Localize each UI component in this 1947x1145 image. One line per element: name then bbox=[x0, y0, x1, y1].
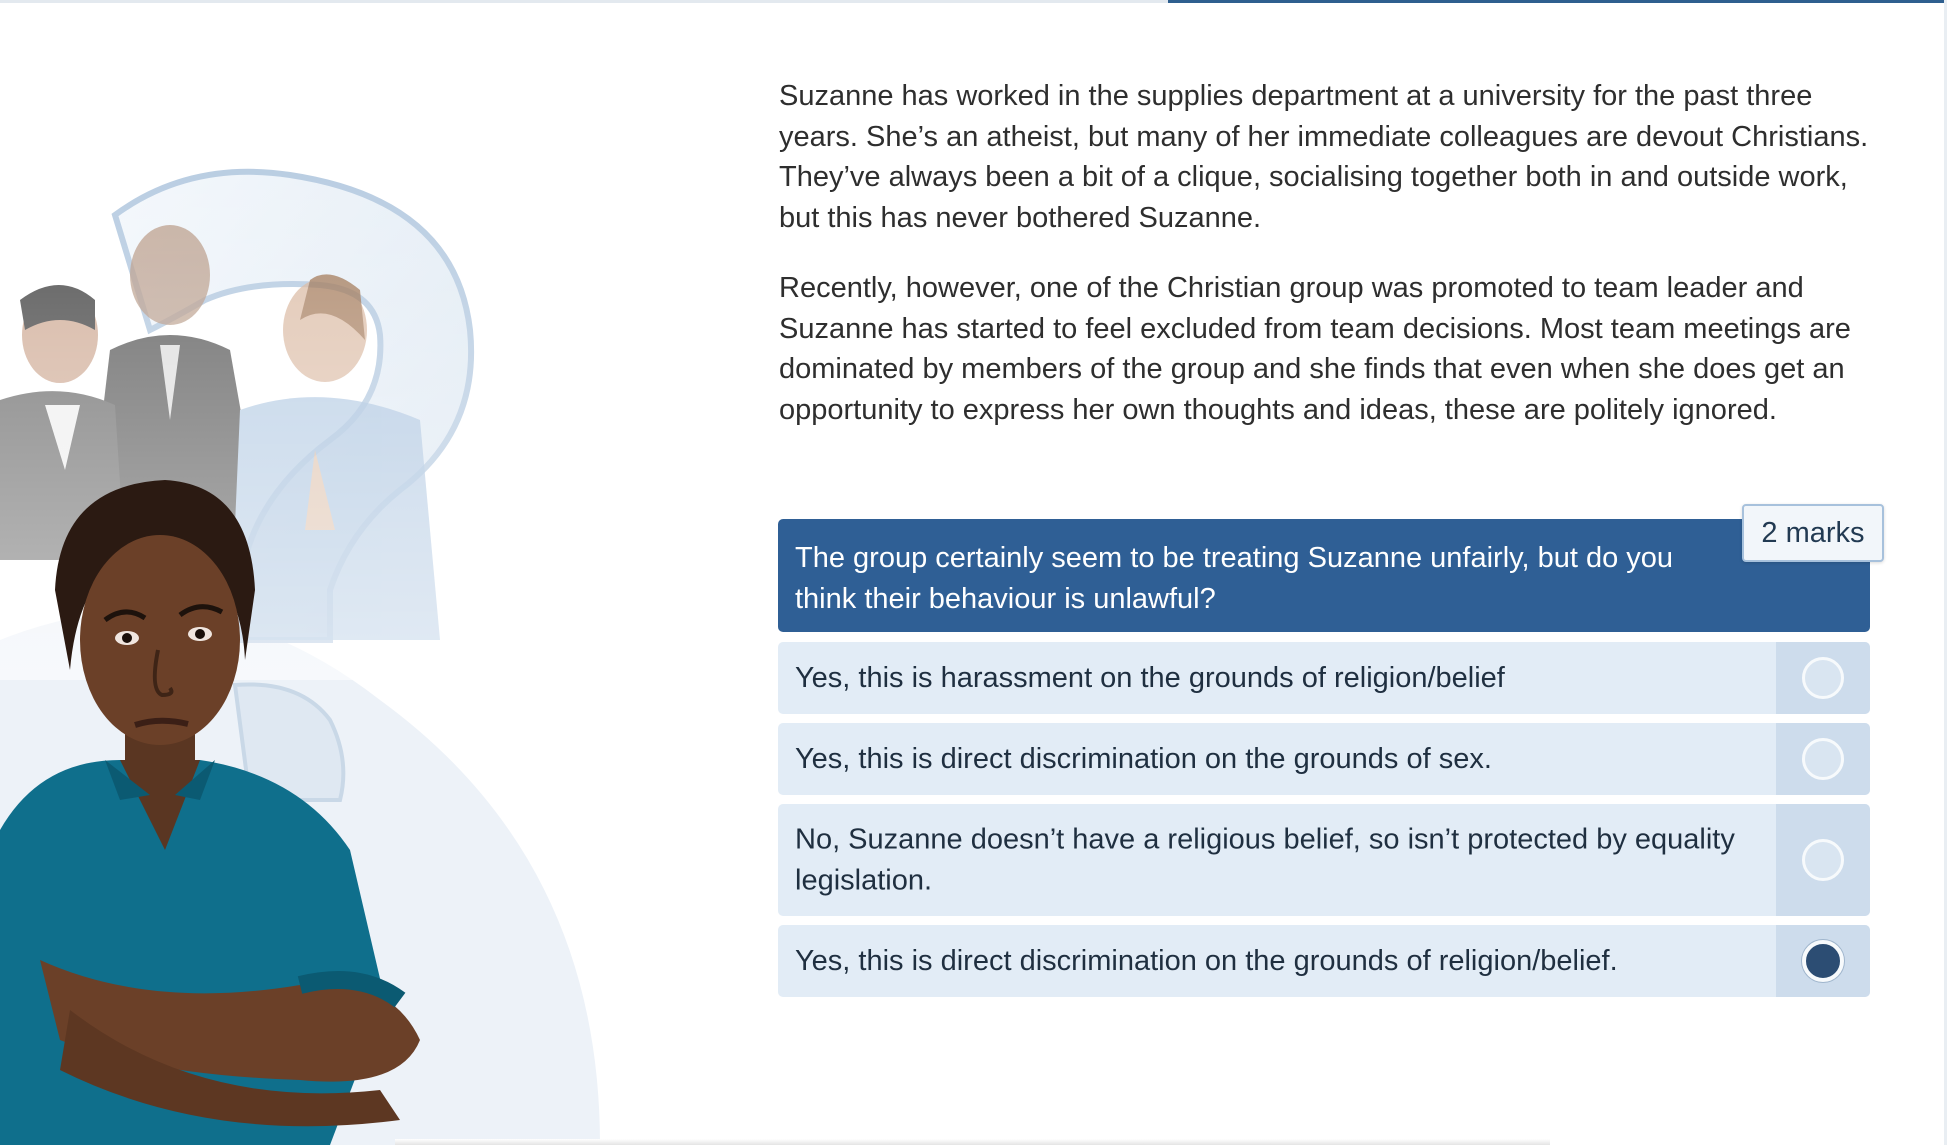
answer-option[interactable]: Yes, this is harassment on the grounds o… bbox=[778, 642, 1870, 714]
answer-option-label: Yes, this is direct discrimination on th… bbox=[795, 944, 1618, 977]
radio-container[interactable] bbox=[1776, 642, 1870, 714]
scenario-text: Suzanne has worked in the supplies depar… bbox=[779, 76, 1879, 460]
radio-button-icon[interactable] bbox=[1802, 839, 1844, 881]
radio-button-icon[interactable] bbox=[1802, 657, 1844, 699]
scenario-illustration bbox=[0, 0, 700, 1145]
answer-option[interactable]: Yes, this is direct discrimination on th… bbox=[778, 723, 1870, 795]
scenario-paragraph: Suzanne has worked in the supplies depar… bbox=[779, 80, 1869, 234]
scenario-image bbox=[0, 160, 600, 1145]
question-text: The group certainly seem to be treating … bbox=[795, 542, 1674, 615]
answer-option[interactable]: No, Suzanne doesn’t have a religious bel… bbox=[778, 804, 1870, 916]
scenario-paragraph: Recently, however, one of the Christian … bbox=[779, 272, 1851, 426]
answer-option-selected[interactable]: Yes, this is direct discrimination on th… bbox=[778, 925, 1870, 997]
answer-option-label: Yes, this is harassment on the grounds o… bbox=[795, 661, 1505, 694]
marks-badge: 2 marks bbox=[1742, 504, 1884, 562]
bottom-divider bbox=[395, 1139, 1550, 1145]
answer-option-label: Yes, this is direct discrimination on th… bbox=[795, 742, 1492, 775]
progress-bar-fill bbox=[1168, 0, 1944, 3]
radio-container[interactable] bbox=[1776, 804, 1870, 916]
radio-button-selected-icon[interactable] bbox=[1802, 940, 1844, 982]
radio-container[interactable] bbox=[1776, 723, 1870, 795]
answer-option-label: No, Suzanne doesn’t have a religious bel… bbox=[795, 823, 1735, 897]
radio-container[interactable] bbox=[1776, 925, 1870, 997]
question-card: The group certainly seem to be treating … bbox=[778, 519, 1870, 632]
radio-button-icon[interactable] bbox=[1802, 738, 1844, 780]
